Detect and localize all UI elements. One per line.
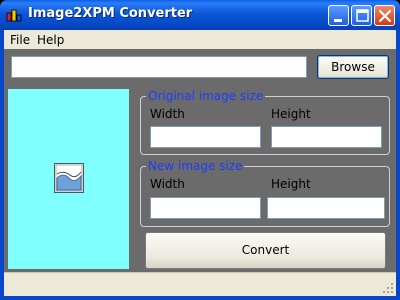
browse-button[interactable]: Browse xyxy=(317,55,389,79)
app-icon xyxy=(6,9,22,22)
new-height-field[interactable] xyxy=(267,197,385,219)
minimize-button[interactable] xyxy=(328,5,349,26)
close-button[interactable] xyxy=(374,5,395,26)
broken-image-icon xyxy=(54,163,84,193)
convert-button[interactable]: Convert xyxy=(145,232,386,269)
maximize-button[interactable] xyxy=(351,5,372,26)
new-width-label: Width xyxy=(150,177,185,191)
window-frame-right xyxy=(396,30,400,300)
image-preview xyxy=(8,89,129,269)
menu-file[interactable]: File xyxy=(10,33,30,47)
app-window: Image2XPM Converter File Help Browse Ori… xyxy=(0,0,400,300)
original-height-label: Height xyxy=(271,107,311,121)
resize-grip-icon[interactable] xyxy=(382,282,394,294)
original-size-legend: Original image size xyxy=(146,89,266,103)
new-size-legend: New image size xyxy=(146,159,245,173)
window-title: Image2XPM Converter xyxy=(28,6,193,21)
original-height-field[interactable] xyxy=(271,126,382,148)
new-width-field[interactable] xyxy=(150,197,261,219)
close-icon xyxy=(378,9,392,23)
original-width-field[interactable] xyxy=(150,126,261,148)
original-width-label: Width xyxy=(150,107,185,121)
status-bar xyxy=(4,272,396,296)
window-frame-bottom xyxy=(0,296,400,300)
minimize-icon xyxy=(334,19,342,22)
title-bar[interactable]: Image2XPM Converter xyxy=(0,0,400,30)
new-height-label: Height xyxy=(271,177,311,191)
maximize-icon xyxy=(356,9,369,22)
main-panel: Browse Original image size Width Height … xyxy=(4,49,396,272)
new-size-group: New image size Width Height xyxy=(140,159,390,227)
menu-help[interactable]: Help xyxy=(37,33,64,47)
file-path-input[interactable] xyxy=(11,56,307,78)
original-size-group: Original image size Width Height xyxy=(140,89,390,155)
menu-bar: File Help xyxy=(4,30,396,49)
